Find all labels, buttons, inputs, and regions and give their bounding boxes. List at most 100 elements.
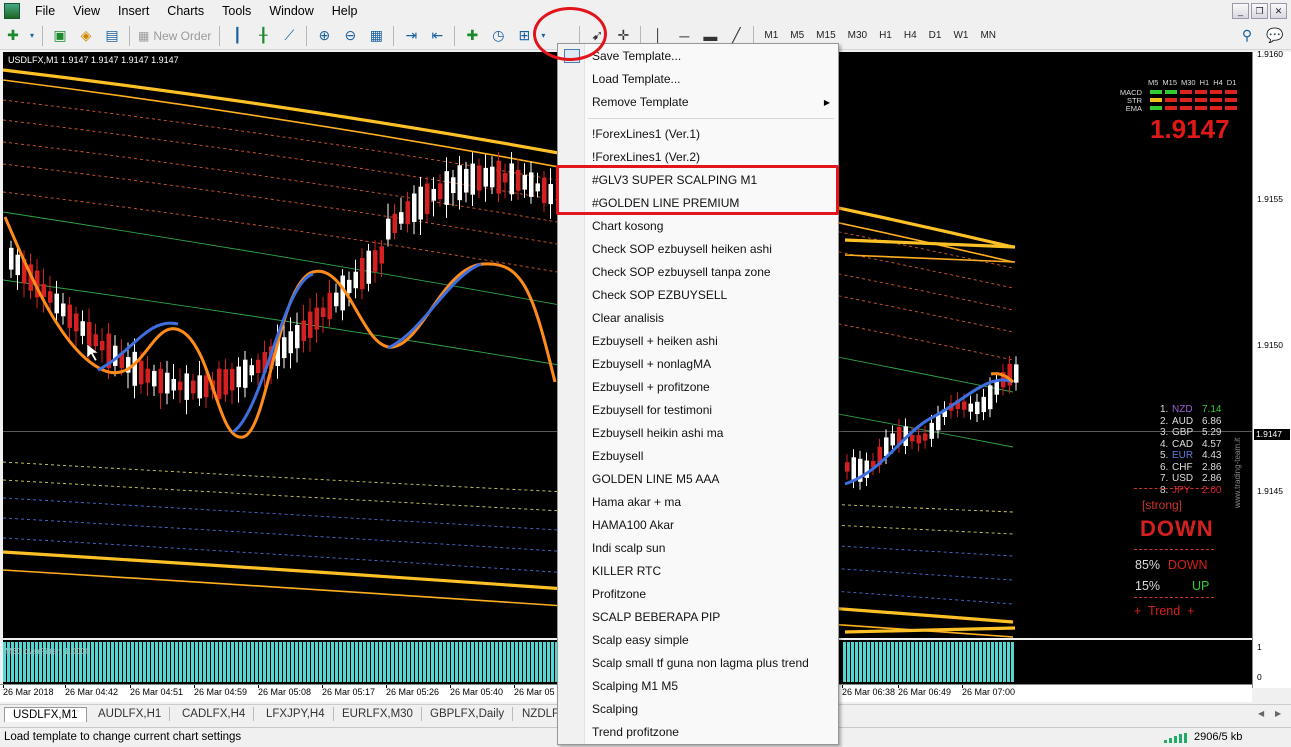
new-chart-icon[interactable]: ✚ <box>2 25 24 47</box>
menu-view[interactable]: View <box>64 0 109 22</box>
menu-item-save-template[interactable]: Save Template... <box>592 45 681 68</box>
histogram-bar <box>947 642 950 682</box>
chart-shift-icon[interactable]: ⇤ <box>426 25 448 47</box>
menu-help[interactable]: Help <box>323 0 367 22</box>
histogram-bar <box>971 642 974 682</box>
zoom-out-icon[interactable]: ⊖ <box>339 25 361 47</box>
tab-audlfx-h1[interactable]: AUDLFX,H1 <box>90 707 171 721</box>
histogram-bar <box>527 642 530 682</box>
timeframe-d1[interactable]: D1 <box>923 30 948 41</box>
time-label: 26 Mar 05:17 <box>322 687 376 697</box>
data-window-icon[interactable]: ◈ <box>75 25 97 47</box>
template-item[interactable]: Scalp small tf guna non lagma plus trend <box>592 652 809 675</box>
tab-lfxjpy-h4[interactable]: LFXJPY,H4 <box>258 707 334 721</box>
timeframe-m1[interactable]: M1 <box>758 30 784 41</box>
indicators-icon[interactable]: ✚ <box>461 25 483 47</box>
periods-icon[interactable]: ◷ <box>487 25 509 47</box>
menu-tools[interactable]: Tools <box>213 0 260 22</box>
tab-gbplfx-daily[interactable]: GBPLFX,Daily <box>422 707 514 721</box>
indicator-label: M30 overFilter: 1.0000 <box>5 646 91 656</box>
zoom-in-icon[interactable]: ⊕ <box>313 25 335 47</box>
template-item[interactable]: Ezbuysell <box>592 445 643 468</box>
candle <box>223 369 228 395</box>
close-icon[interactable]: ✕ <box>1270 3 1287 19</box>
search-icon[interactable]: ⚲ <box>1236 25 1258 47</box>
template-item[interactable]: Check SOP EZBUYSELL <box>592 284 727 307</box>
menu-item-load-template[interactable]: Load Template... <box>592 68 681 91</box>
histogram-bar <box>203 642 206 682</box>
chat-icon[interactable]: 💬 <box>1264 25 1286 47</box>
template-item[interactable]: GOLDEN LINE M5 AAA <box>592 468 719 491</box>
menu-insert[interactable]: Insert <box>109 0 158 22</box>
template-item[interactable]: Profitzone <box>592 583 646 606</box>
envelope-band <box>3 550 1014 624</box>
template-item[interactable]: Indi scalp sun <box>592 537 665 560</box>
template-item[interactable]: Scalping <box>592 698 638 721</box>
template-item[interactable]: HAMA100 Akar <box>592 514 674 537</box>
tab-cadlfx-h4[interactable]: CADLFX,H4 <box>174 707 255 721</box>
toolbar-separator <box>129 25 130 46</box>
histogram-bar <box>987 642 990 682</box>
templates-icon[interactable]: ⊞ <box>513 25 535 47</box>
template-item[interactable]: Clear analisis <box>592 307 664 330</box>
indicator-scale-top: 1 <box>1257 642 1262 652</box>
template-item[interactable]: Hama akar + ma <box>592 491 681 514</box>
tab-usdlfx-m1[interactable]: USDLFX,M1 <box>4 707 87 722</box>
bar-chart-icon[interactable]: ┃ <box>226 25 248 47</box>
template-item[interactable]: Check SOP ezbuysell tanpa zone <box>592 261 771 284</box>
template-item[interactable]: Chart kosong <box>592 215 663 238</box>
line-chart-icon[interactable]: ⟋ <box>278 25 300 47</box>
minimize-icon[interactable]: _ <box>1232 3 1249 19</box>
template-item[interactable]: SCALP BEBERAPA PIP <box>592 606 720 629</box>
auto-scroll-icon[interactable]: ⇥ <box>400 25 422 47</box>
candle <box>373 250 378 272</box>
template-item[interactable]: Ezbuysell for testimoni <box>592 399 712 422</box>
strength-rank: 7. <box>1160 473 1169 484</box>
menu-charts[interactable]: Charts <box>158 0 213 22</box>
histogram-bar <box>359 642 362 682</box>
timeframe-h4[interactable]: H4 <box>898 30 923 41</box>
menu-window[interactable]: Window <box>260 0 322 22</box>
timeframe-m5[interactable]: M5 <box>784 30 810 41</box>
menu-item-remove-template[interactable]: Remove Template <box>592 91 689 114</box>
candlestick-icon[interactable]: ╂ <box>252 25 274 47</box>
market-watch-icon[interactable]: ▣ <box>49 25 71 47</box>
template-item[interactable]: Scalping M1 M5 <box>592 675 678 698</box>
time-tick <box>322 685 323 688</box>
candle <box>197 375 202 399</box>
candle <box>178 381 183 391</box>
timeframe-m30[interactable]: M30 <box>842 30 873 41</box>
navigator-icon[interactable]: ▤ <box>101 25 123 47</box>
restore-icon[interactable]: ❐ <box>1251 3 1268 19</box>
template-item[interactable]: Ezbuysell heikin ashi ma <box>592 422 723 445</box>
signal-panel: M5 M15 M30 H1 H4 D1 MACD STR EMA 1.9147 <box>1118 78 1244 148</box>
timeframe-w1[interactable]: W1 <box>947 30 974 41</box>
new-order-button[interactable]: ▦ New Order <box>134 29 215 43</box>
timeframe-mn[interactable]: MN <box>974 30 1002 41</box>
dropdown-arrow-icon[interactable]: ▾ <box>28 25 36 47</box>
template-item[interactable]: Trend profitzone <box>592 721 679 744</box>
template-item[interactable]: Ezbuysell + heiken ashi <box>592 330 718 353</box>
template-item[interactable]: !ForexLines1 (Ver.1) <box>592 123 700 146</box>
template-item[interactable]: Scalp easy simple <box>592 629 689 652</box>
histogram-bar <box>391 642 394 682</box>
histogram-bar <box>543 642 546 682</box>
signal-cell <box>1195 106 1207 110</box>
template-item[interactable]: Ezbuysell + nonlagMA <box>592 353 711 376</box>
candle <box>48 291 53 303</box>
tab-scroll-left-icon[interactable]: ◀ <box>1258 709 1264 718</box>
trend-strength: [strong] <box>1142 498 1183 512</box>
histogram-bar <box>179 642 182 682</box>
menu-file[interactable]: File <box>26 0 64 22</box>
signal-cell <box>1195 90 1207 94</box>
histogram-bar <box>399 642 402 682</box>
timeframe-m15[interactable]: M15 <box>810 30 841 41</box>
tab-eurlfx-m30[interactable]: EURLFX,M30 <box>334 707 422 721</box>
template-item[interactable]: Ezbuysell + profitzone <box>592 376 710 399</box>
time-tick <box>194 685 195 688</box>
tile-windows-icon[interactable]: ▦ <box>365 25 387 47</box>
template-item[interactable]: Check SOP ezbuysell heiken ashi <box>592 238 772 261</box>
timeframe-h1[interactable]: H1 <box>873 30 898 41</box>
tab-scroll-right-icon[interactable]: ▶ <box>1275 709 1281 718</box>
template-item[interactable]: KILLER RTC <box>592 560 661 583</box>
